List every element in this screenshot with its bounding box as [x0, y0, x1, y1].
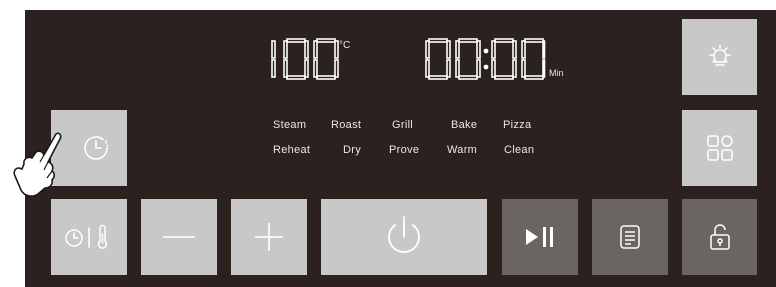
time-display	[425, 38, 546, 80]
time-unit: Min	[549, 68, 564, 78]
grid-icon	[706, 135, 733, 161]
power-icon	[388, 216, 420, 253]
temperature-unit: °C	[339, 40, 351, 51]
menu-button[interactable]	[682, 110, 757, 186]
clock-icon	[84, 136, 109, 160]
mode-grill[interactable]: Grill	[392, 119, 413, 131]
timer-temperature-button[interactable]	[51, 199, 127, 275]
minus-icon	[163, 236, 195, 238]
mode-dry[interactable]: Dry	[343, 144, 361, 156]
plus-icon	[255, 223, 283, 251]
mode-pizza[interactable]: Pizza	[503, 119, 531, 131]
play-pause-icon	[526, 227, 553, 247]
mode-roast[interactable]: Roast	[331, 119, 361, 131]
recipe-list-icon	[620, 225, 640, 249]
child-lock-button[interactable]	[682, 199, 757, 275]
lock-icon	[709, 224, 730, 250]
temperature-display	[271, 38, 339, 80]
mode-clean[interactable]: Clean	[504, 144, 534, 156]
power-button[interactable]	[321, 199, 487, 275]
mode-reheat[interactable]: Reheat	[273, 144, 310, 156]
recipes-button[interactable]	[592, 199, 668, 275]
lightbulb-icon	[708, 44, 731, 66]
mode-steam[interactable]: Steam	[273, 119, 306, 131]
mode-warm[interactable]: Warm	[447, 144, 477, 156]
mode-prove[interactable]: Prove	[389, 144, 419, 156]
mode-bake[interactable]: Bake	[451, 119, 477, 131]
increase-button[interactable]	[231, 199, 307, 275]
hand-pointer-icon	[13, 132, 62, 197]
start-pause-button[interactable]	[502, 199, 578, 275]
decrease-button[interactable]	[141, 199, 217, 275]
clock-thermometer-icon	[65, 224, 108, 249]
light-button[interactable]	[682, 19, 757, 95]
